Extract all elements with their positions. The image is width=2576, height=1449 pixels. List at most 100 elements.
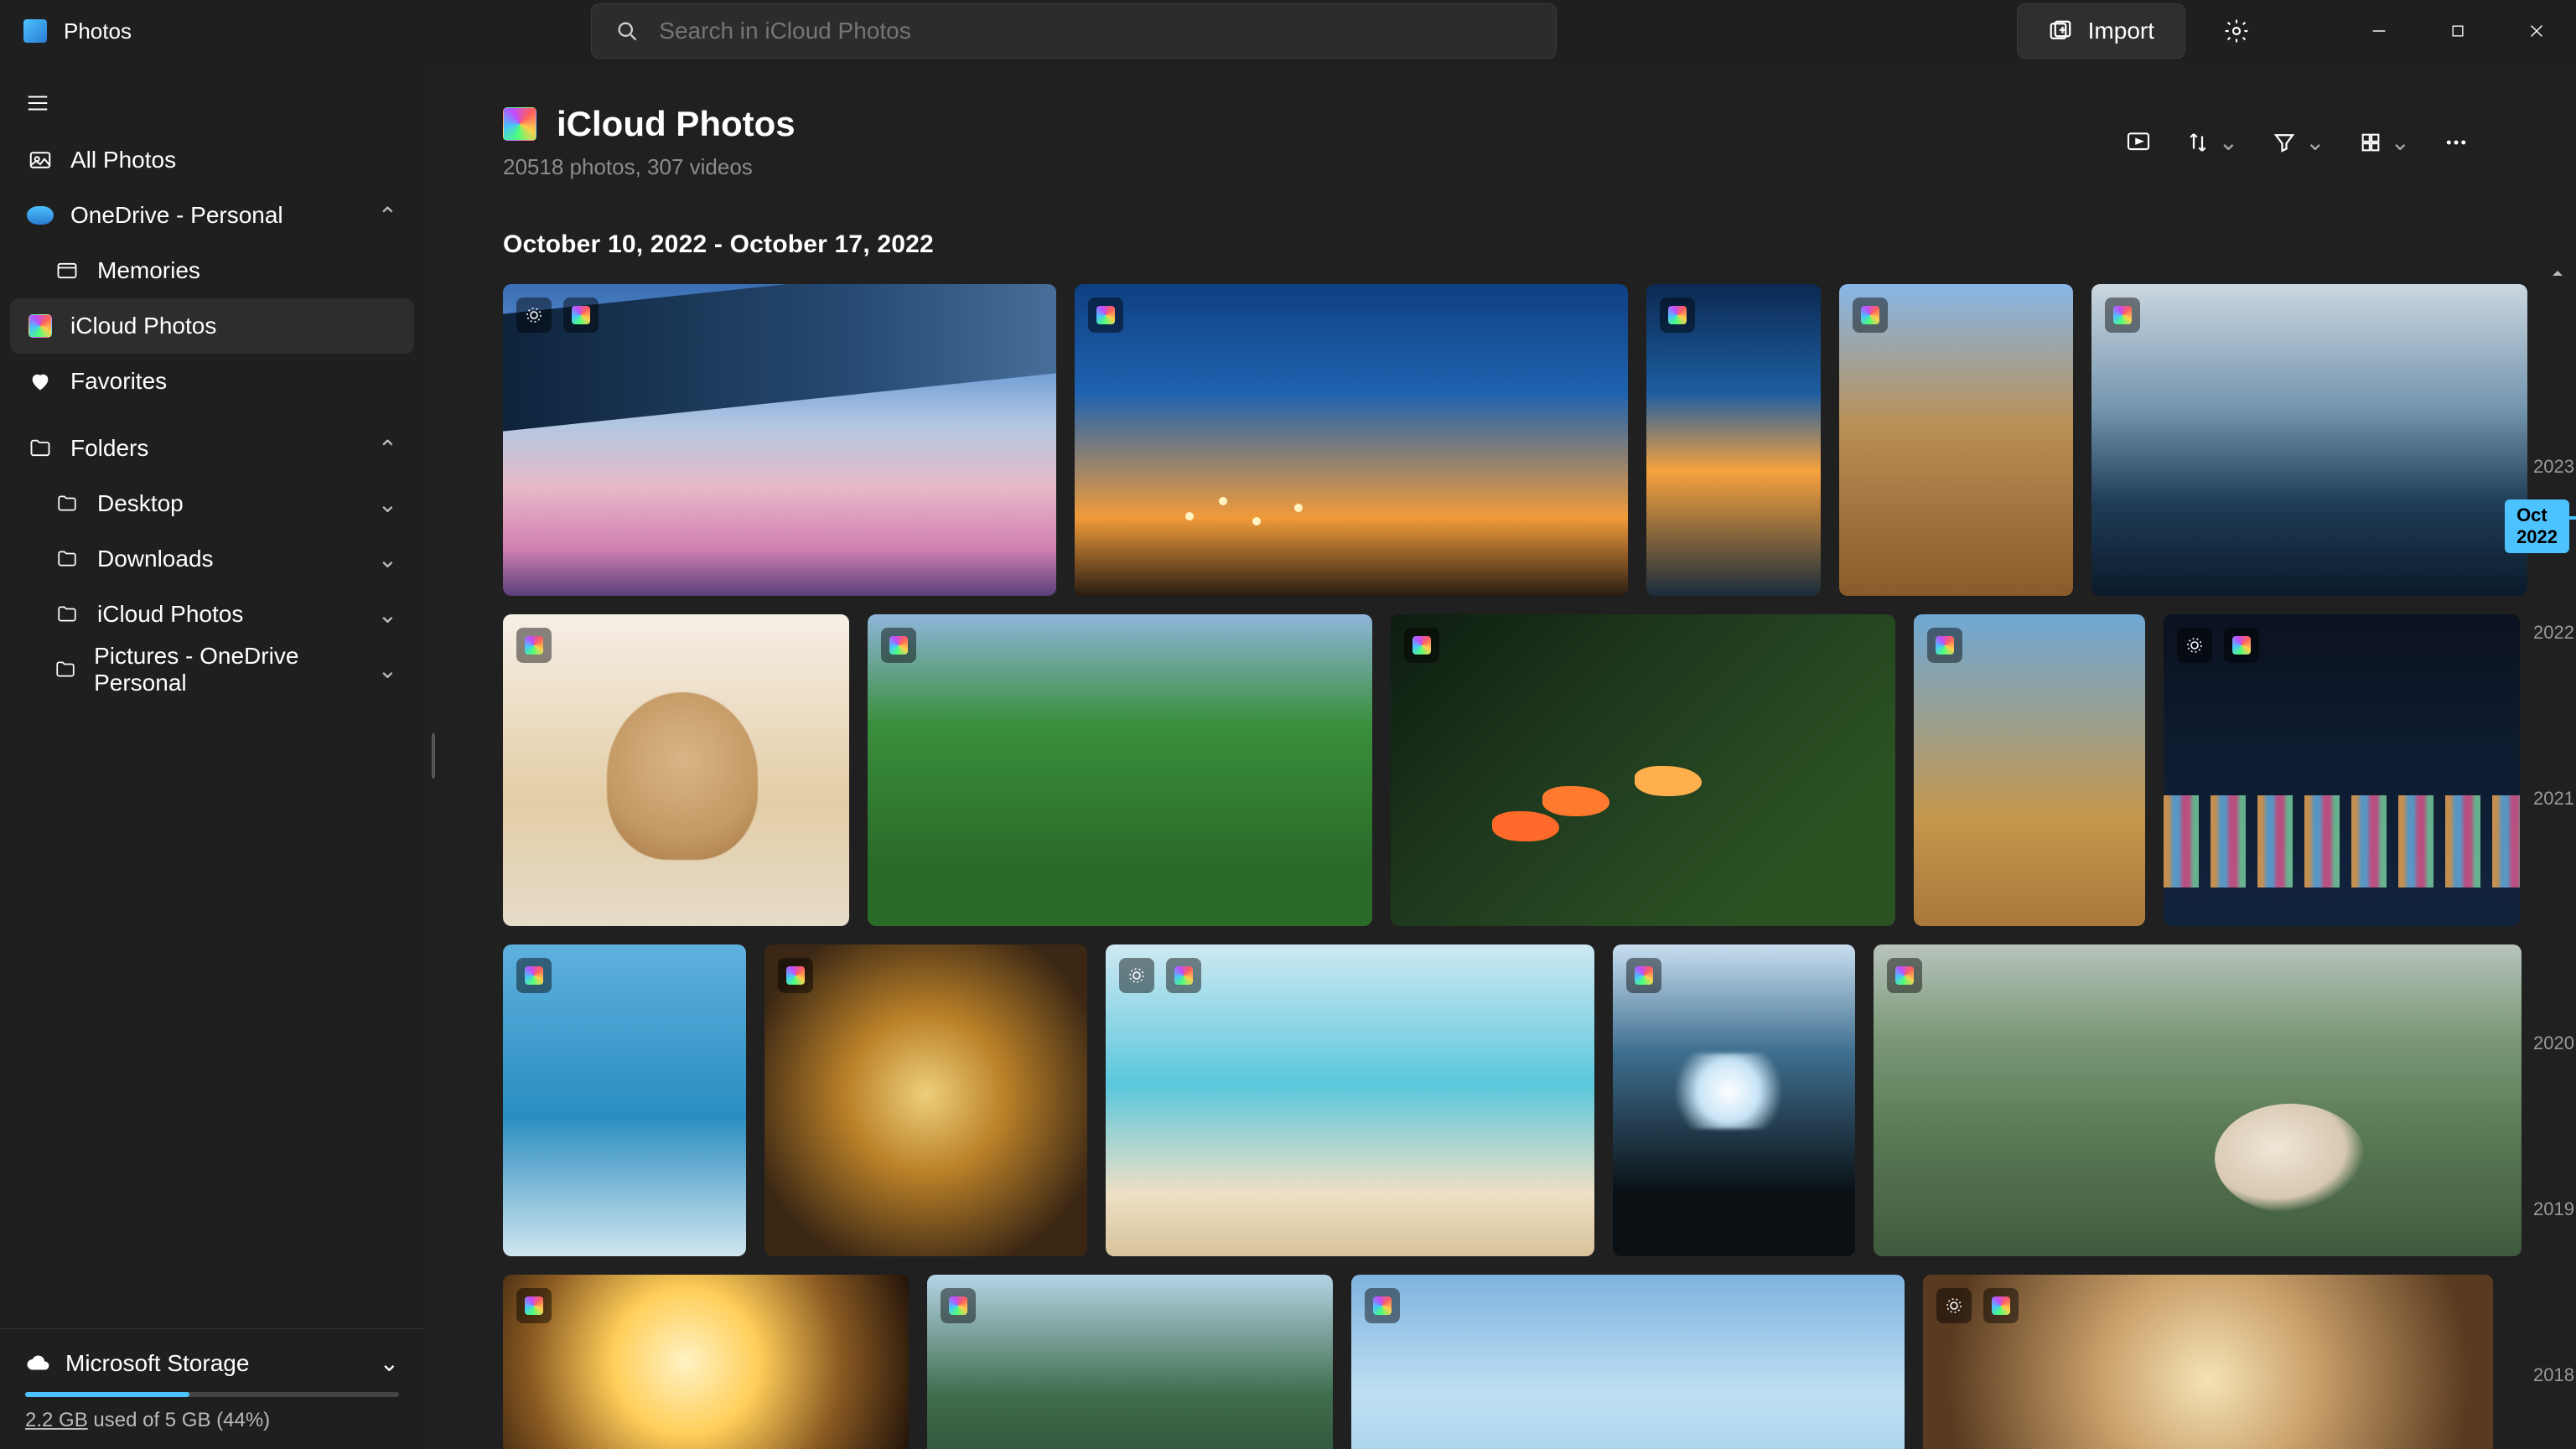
storage-label: Microsoft Storage <box>65 1350 249 1377</box>
icloud-badge <box>1088 298 1123 333</box>
chevron-down-icon: ⌄ <box>2219 128 2238 156</box>
sidebar-folder-desktop[interactable]: Desktop ⌄ <box>10 476 414 531</box>
sort-button[interactable]: ⌄ <box>2185 128 2238 156</box>
sidebar-item-label: iCloud Photos <box>97 601 243 628</box>
sidebar-folder-icloud[interactable]: iCloud Photos ⌄ <box>10 587 414 642</box>
maximize-button[interactable] <box>2418 0 2497 62</box>
photo-tile[interactable] <box>868 614 1372 926</box>
icloud-badge <box>1404 628 1439 663</box>
photo-tile[interactable] <box>2091 284 2527 596</box>
sidebar-item-folders[interactable]: Folders ⌃ <box>10 421 414 476</box>
timeline-year[interactable]: 2022 <box>2533 622 2574 644</box>
timeline-scrubber[interactable]: 2023 Oct 2022 2022 2021 2020 2019 2018 <box>2527 62 2576 1449</box>
photo-tile[interactable] <box>1914 614 2145 926</box>
sidebar-item-favorites[interactable]: Favorites <box>10 354 414 409</box>
main: iCloud Photos 20518 photos, 307 videos ⌄… <box>443 62 2576 1449</box>
import-icon <box>2048 18 2073 44</box>
storage-bar <box>25 1392 399 1397</box>
sidebar-item-label: Desktop <box>97 490 184 517</box>
chevron-down-icon: ⌄ <box>378 546 397 573</box>
icloud-badge <box>2105 298 2140 333</box>
hamburger-button[interactable] <box>8 74 67 132</box>
icloud-badge <box>941 1288 976 1323</box>
close-icon <box>2527 22 2546 40</box>
chevron-up-icon: ⌃ <box>378 435 397 463</box>
icloud-badge <box>778 958 813 993</box>
search-field[interactable] <box>591 3 1557 59</box>
more-button[interactable] <box>2444 130 2469 155</box>
photo-tile[interactable] <box>503 944 746 1256</box>
folder-icon <box>54 656 77 683</box>
chevron-down-icon: ⌄ <box>380 1349 399 1377</box>
photo-tile[interactable] <box>1923 1275 2493 1449</box>
photo-tile[interactable] <box>1839 284 2073 596</box>
storage-header[interactable]: Microsoft Storage ⌄ <box>25 1349 399 1377</box>
import-label: Import <box>2088 18 2154 44</box>
timeline-year[interactable]: 2023 <box>2533 456 2574 478</box>
grid-icon <box>2359 131 2382 154</box>
timeline-year[interactable]: 2021 <box>2533 788 2574 810</box>
photo-tile[interactable] <box>1646 284 1821 596</box>
live-photo-badge <box>516 298 552 333</box>
icloud-badge <box>1626 958 1661 993</box>
sidebar-item-label: Downloads <box>97 546 214 572</box>
hamburger-icon <box>25 91 50 116</box>
photo-tile[interactable] <box>1391 614 1895 926</box>
folder-icon <box>27 435 54 462</box>
photo-tile[interactable] <box>1613 944 1855 1256</box>
photo-tile[interactable] <box>1874 944 2522 1256</box>
sidebar: All Photos OneDrive - Personal ⌃ Memorie… <box>0 62 424 1449</box>
close-button[interactable] <box>2497 0 2576 62</box>
photo-tile[interactable] <box>503 614 849 926</box>
sidebar-item-icloud-photos[interactable]: iCloud Photos <box>10 298 414 354</box>
settings-button[interactable] <box>2209 3 2264 59</box>
icloud-badge <box>516 1288 552 1323</box>
timeline-year[interactable]: 2019 <box>2533 1198 2574 1220</box>
photo-tile[interactable] <box>1351 1275 1905 1449</box>
sidebar-folder-pictures[interactable]: Pictures - OneDrive Personal ⌄ <box>10 642 414 697</box>
photo-tile[interactable] <box>503 284 1056 596</box>
chevron-up-icon: ⌃ <box>378 202 397 230</box>
slideshow-icon <box>2125 129 2152 156</box>
sidebar-item-label: Favorites <box>70 368 167 395</box>
photo-tile[interactable] <box>2164 614 2520 926</box>
icloud-badge <box>2224 628 2259 663</box>
sidebar-item-onedrive[interactable]: OneDrive - Personal ⌃ <box>10 188 414 243</box>
storage-panel: Microsoft Storage ⌄ 2.2 GB used of 5 GB … <box>0 1328 424 1449</box>
sidebar-item-label: All Photos <box>70 147 176 173</box>
titlebar: Photos Import <box>0 0 2576 62</box>
content-header: iCloud Photos 20518 photos, 307 videos ⌄… <box>503 104 2527 180</box>
photo-tile[interactable] <box>1075 284 1628 596</box>
photos-icon <box>27 147 54 173</box>
photo-tile[interactable] <box>765 944 1087 1256</box>
icloud-badge <box>1660 298 1695 333</box>
splitter[interactable] <box>424 62 443 1449</box>
icloud-badge <box>1983 1288 2019 1323</box>
slideshow-button[interactable] <box>2125 129 2152 156</box>
gear-icon <box>2223 18 2250 44</box>
import-button[interactable]: Import <box>2017 3 2185 59</box>
sidebar-folder-downloads[interactable]: Downloads ⌄ <box>10 531 414 587</box>
onedrive-icon <box>27 202 54 229</box>
timeline-year[interactable]: 2018 <box>2533 1364 2574 1386</box>
timeline-year[interactable]: 2020 <box>2533 1032 2574 1054</box>
sidebar-item-label: OneDrive - Personal <box>70 202 283 229</box>
layout-button[interactable]: ⌄ <box>2359 128 2410 156</box>
live-photo-badge <box>1119 958 1154 993</box>
photo-tile[interactable] <box>927 1275 1333 1449</box>
photo-tile[interactable] <box>1106 944 1594 1256</box>
photo-tile[interactable] <box>503 1275 909 1449</box>
icloud-icon <box>503 107 536 141</box>
icloud-badge <box>1365 1288 1400 1323</box>
page-title: iCloud Photos <box>557 104 796 144</box>
icloud-badge <box>1887 958 1922 993</box>
search-input[interactable] <box>659 18 1532 44</box>
more-icon <box>2444 130 2469 155</box>
minimize-button[interactable] <box>2340 0 2418 62</box>
storage-total: used of 5 GB (44%) <box>88 1409 270 1431</box>
sidebar-item-memories[interactable]: Memories <box>10 243 414 298</box>
sidebar-item-all-photos[interactable]: All Photos <box>10 132 414 188</box>
window-controls <box>2340 0 2576 62</box>
filter-button[interactable]: ⌄ <box>2272 128 2325 156</box>
minimize-icon <box>2370 22 2388 40</box>
